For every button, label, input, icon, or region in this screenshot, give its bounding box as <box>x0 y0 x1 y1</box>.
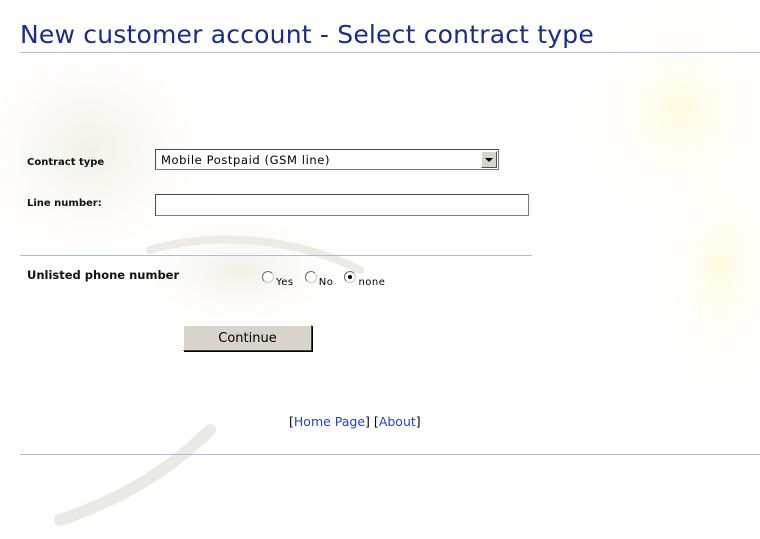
section-divider <box>20 255 532 256</box>
radio-option-yes[interactable]: Yes <box>262 271 294 290</box>
unlisted-phone-label: Unlisted phone number <box>27 268 180 282</box>
radio-no-icon[interactable] <box>304 271 317 283</box>
dropdown-arrow-icon[interactable] <box>481 151 497 168</box>
contract-type-selected-value: Mobile Postpaid (GSM line) <box>161 153 331 167</box>
radio-yes-icon[interactable] <box>262 271 274 283</box>
contract-type-label: Contract type <box>27 157 105 168</box>
contract-type-select[interactable]: Mobile Postpaid (GSM line) <box>155 149 499 170</box>
radio-no-label: No <box>318 277 334 288</box>
radio-option-no[interactable]: No <box>304 271 334 290</box>
radio-none-label: none <box>358 277 386 288</box>
home-page-link[interactable]: Home Page <box>294 414 365 429</box>
radio-none-icon[interactable] <box>344 271 357 283</box>
continue-button[interactable]: Continue <box>183 325 312 351</box>
line-number-label: Line number: <box>27 198 102 209</box>
unlisted-phone-radio-group: Yes No none <box>262 271 391 293</box>
radio-yes-label: Yes <box>276 277 294 288</box>
about-link[interactable]: About <box>379 414 416 429</box>
bracket-close: ] <box>415 414 421 429</box>
bracket-close: ] <box>365 414 370 429</box>
page-title: New customer account - Select contract t… <box>20 20 594 49</box>
footer-links: [Home Page] [About] <box>289 414 421 429</box>
title-divider <box>20 52 760 53</box>
line-number-input[interactable] <box>155 194 529 216</box>
footer-divider <box>20 454 760 455</box>
radio-option-none[interactable]: none <box>344 271 385 290</box>
